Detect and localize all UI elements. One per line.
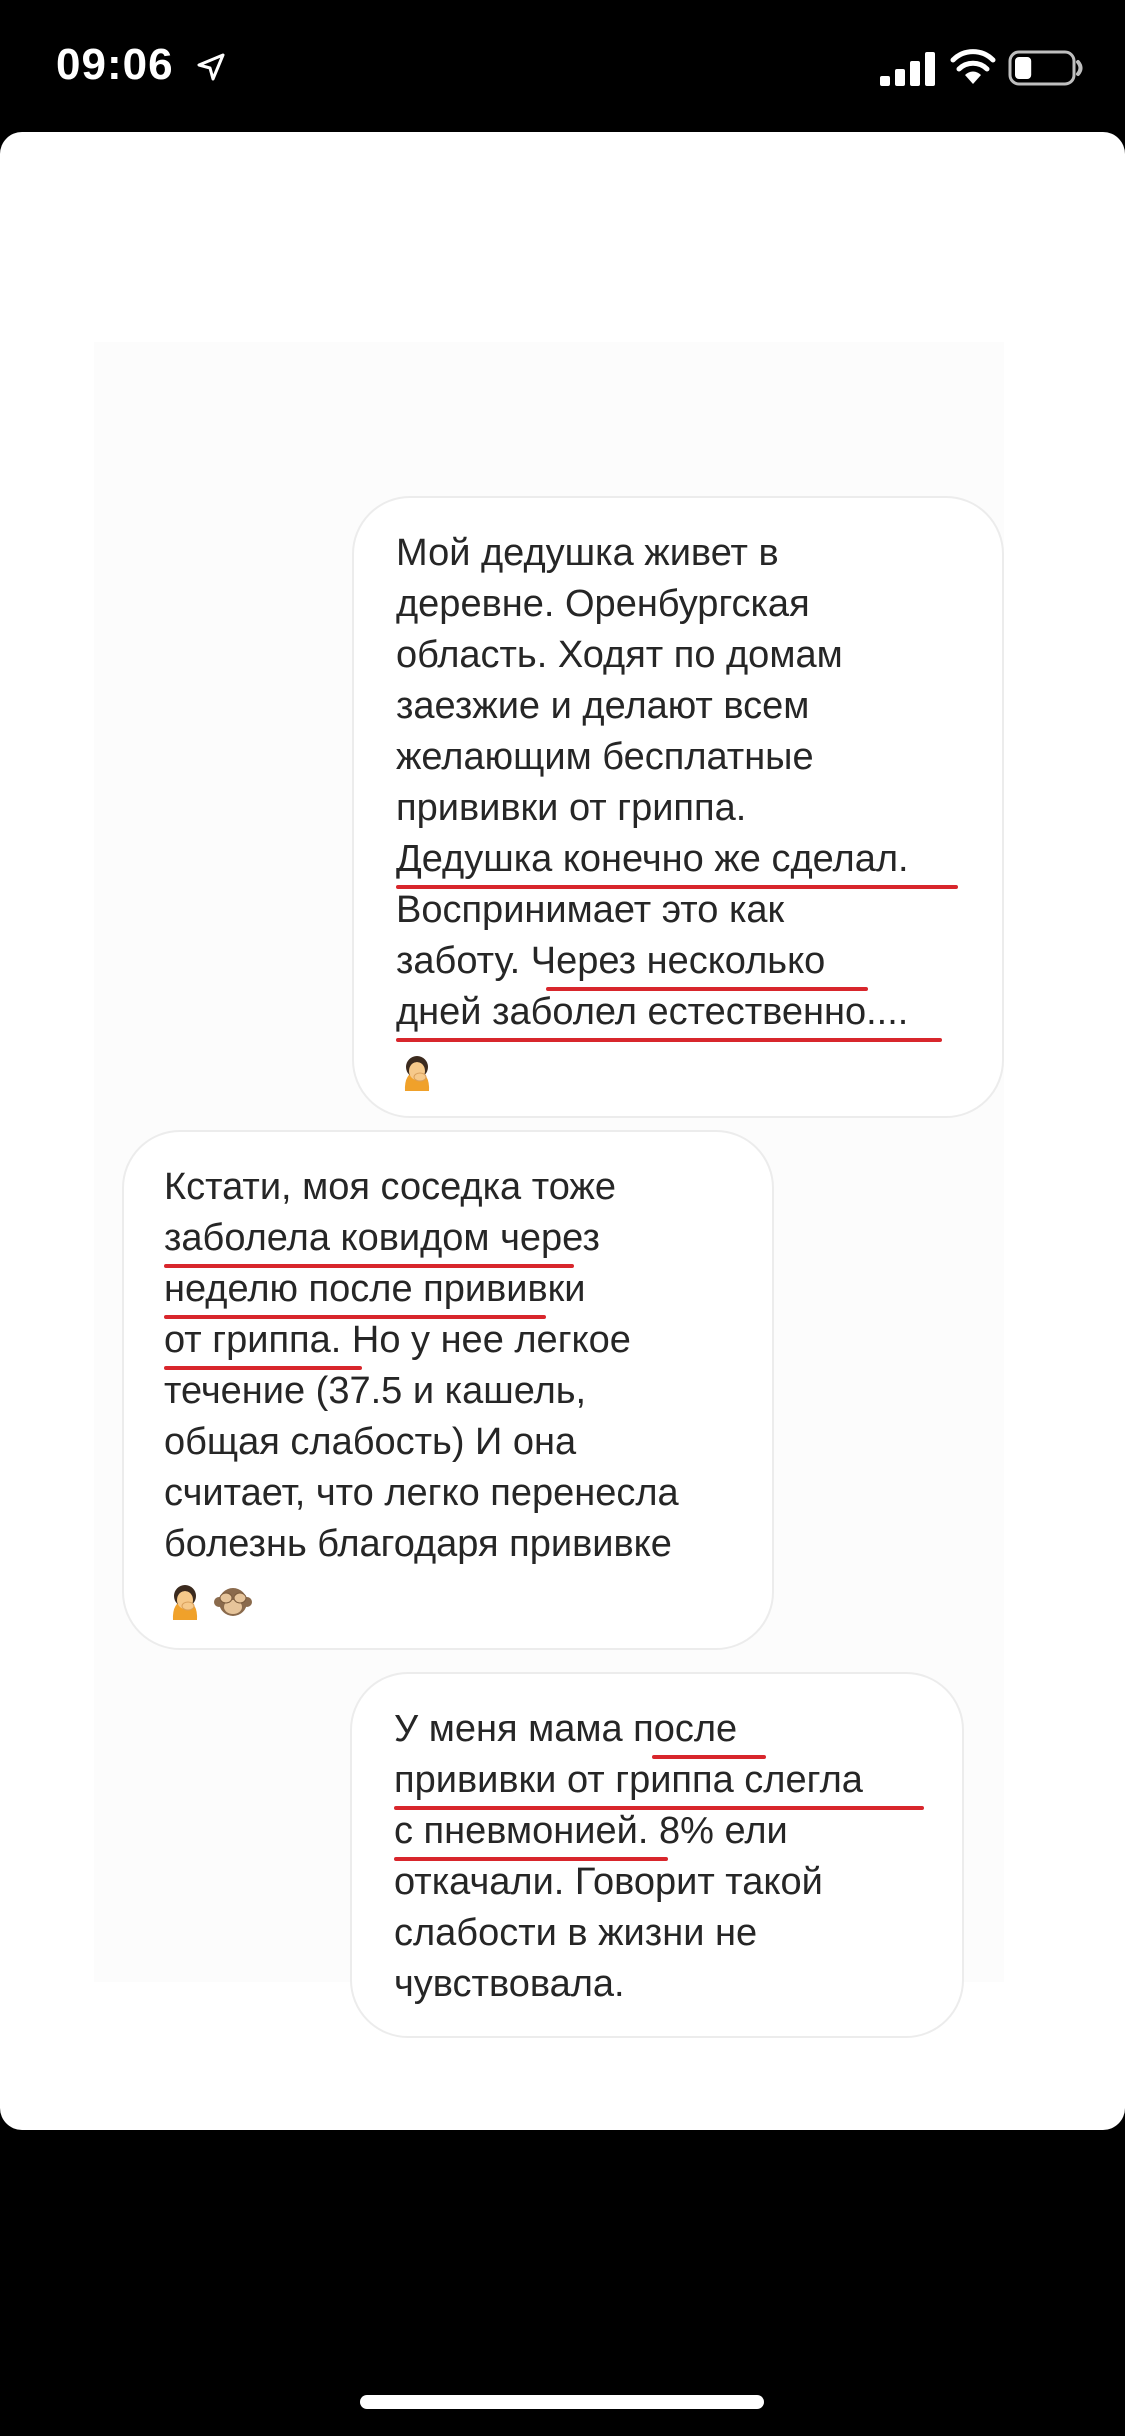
message-text: Мой дедушка живет в деревне. Оренбургска… <box>396 532 909 1033</box>
highlight-underline <box>394 1857 668 1861</box>
battery-icon <box>1008 50 1083 86</box>
woman-facepalm-emoji <box>172 1585 198 1620</box>
see-no-evil-monkey-emoji <box>214 1588 252 1616</box>
message-bubble-3: У меня мама после прививки от гриппа сле… <box>350 1672 964 2038</box>
message-bubble-2: Кстати, моя соседка тоже заболела ковидо… <box>122 1130 774 1650</box>
home-indicator[interactable] <box>360 2395 764 2409</box>
status-bar: 09:06 <box>0 0 1125 130</box>
highlight-underline <box>164 1264 574 1268</box>
content-sheet: Мой дедушка живет в деревне. Оренбургска… <box>0 132 1125 2130</box>
status-time: 09:06 <box>56 40 174 89</box>
highlight-underline <box>396 885 958 889</box>
highlight-underline <box>164 1315 546 1319</box>
highlight-underline <box>652 1755 766 1759</box>
highlight-underline <box>164 1366 362 1370</box>
wifi-icon <box>950 49 996 84</box>
location-arrow-icon <box>197 53 225 81</box>
highlight-underline <box>394 1806 924 1810</box>
message-bubble-1: Мой дедушка живет в деревне. Оренбургска… <box>352 496 1004 1118</box>
highlight-underline <box>396 1038 942 1042</box>
highlight-underline <box>546 987 868 991</box>
chat-screenshot: Мой дедушка живет в деревне. Оренбургска… <box>94 342 1004 2038</box>
cellular-signal-icon <box>880 52 935 86</box>
woman-facepalm-emoji <box>404 1056 430 1091</box>
